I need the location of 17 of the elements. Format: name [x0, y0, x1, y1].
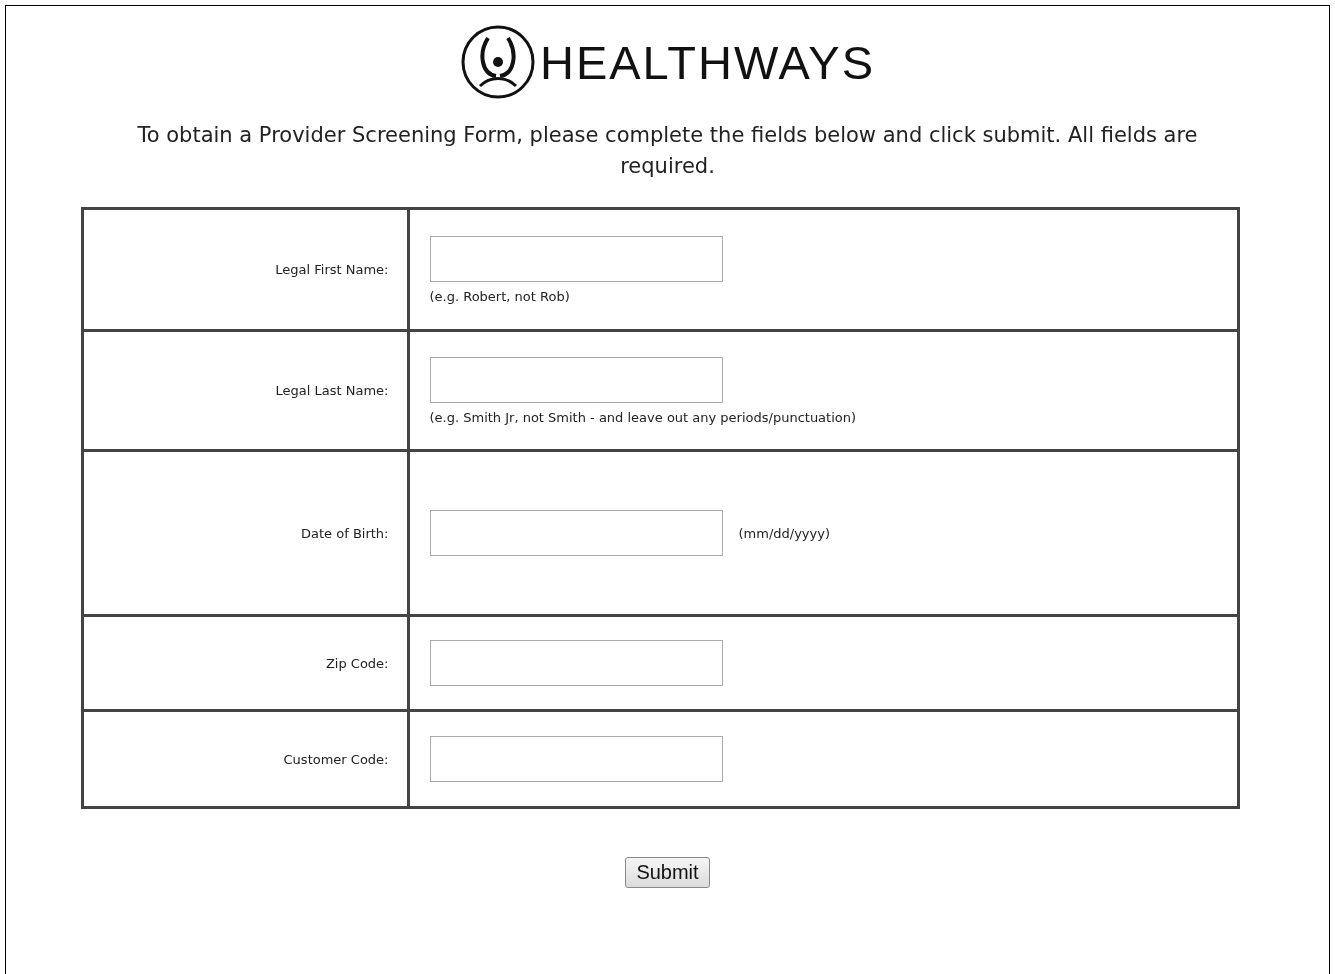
submit-button[interactable]: Submit: [625, 857, 710, 888]
input-field[interactable]: [429, 356, 723, 403]
input-field[interactable]: [429, 736, 723, 782]
hint-text: (e.g. Smith Jr, not Smith - and leave out any periods/punctuation): [429, 409, 857, 425]
input-field[interactable]: [429, 640, 723, 686]
hint-text: (e.g. Robert, not Rob): [429, 288, 570, 304]
input-field[interactable]: [429, 235, 723, 282]
logo-text: HEALTHWAYS: [539, 34, 876, 90]
field-label: Legal Last Name:: [275, 383, 389, 398]
field-label: Legal First Name:: [275, 262, 389, 277]
field-label: Date of Birth:: [301, 525, 389, 541]
hint-text: (mm/dd/yyyy): [738, 525, 830, 541]
input-field[interactable]: [429, 510, 723, 556]
intro-text: To obtain a Provider Screening Form, please complete the fields below and click submit. All fields are required.: [136, 122, 1199, 180]
field-label: Zip Code:: [325, 655, 389, 671]
field-label: Customer Code:: [283, 751, 389, 767]
logo-icon: [459, 24, 536, 100]
